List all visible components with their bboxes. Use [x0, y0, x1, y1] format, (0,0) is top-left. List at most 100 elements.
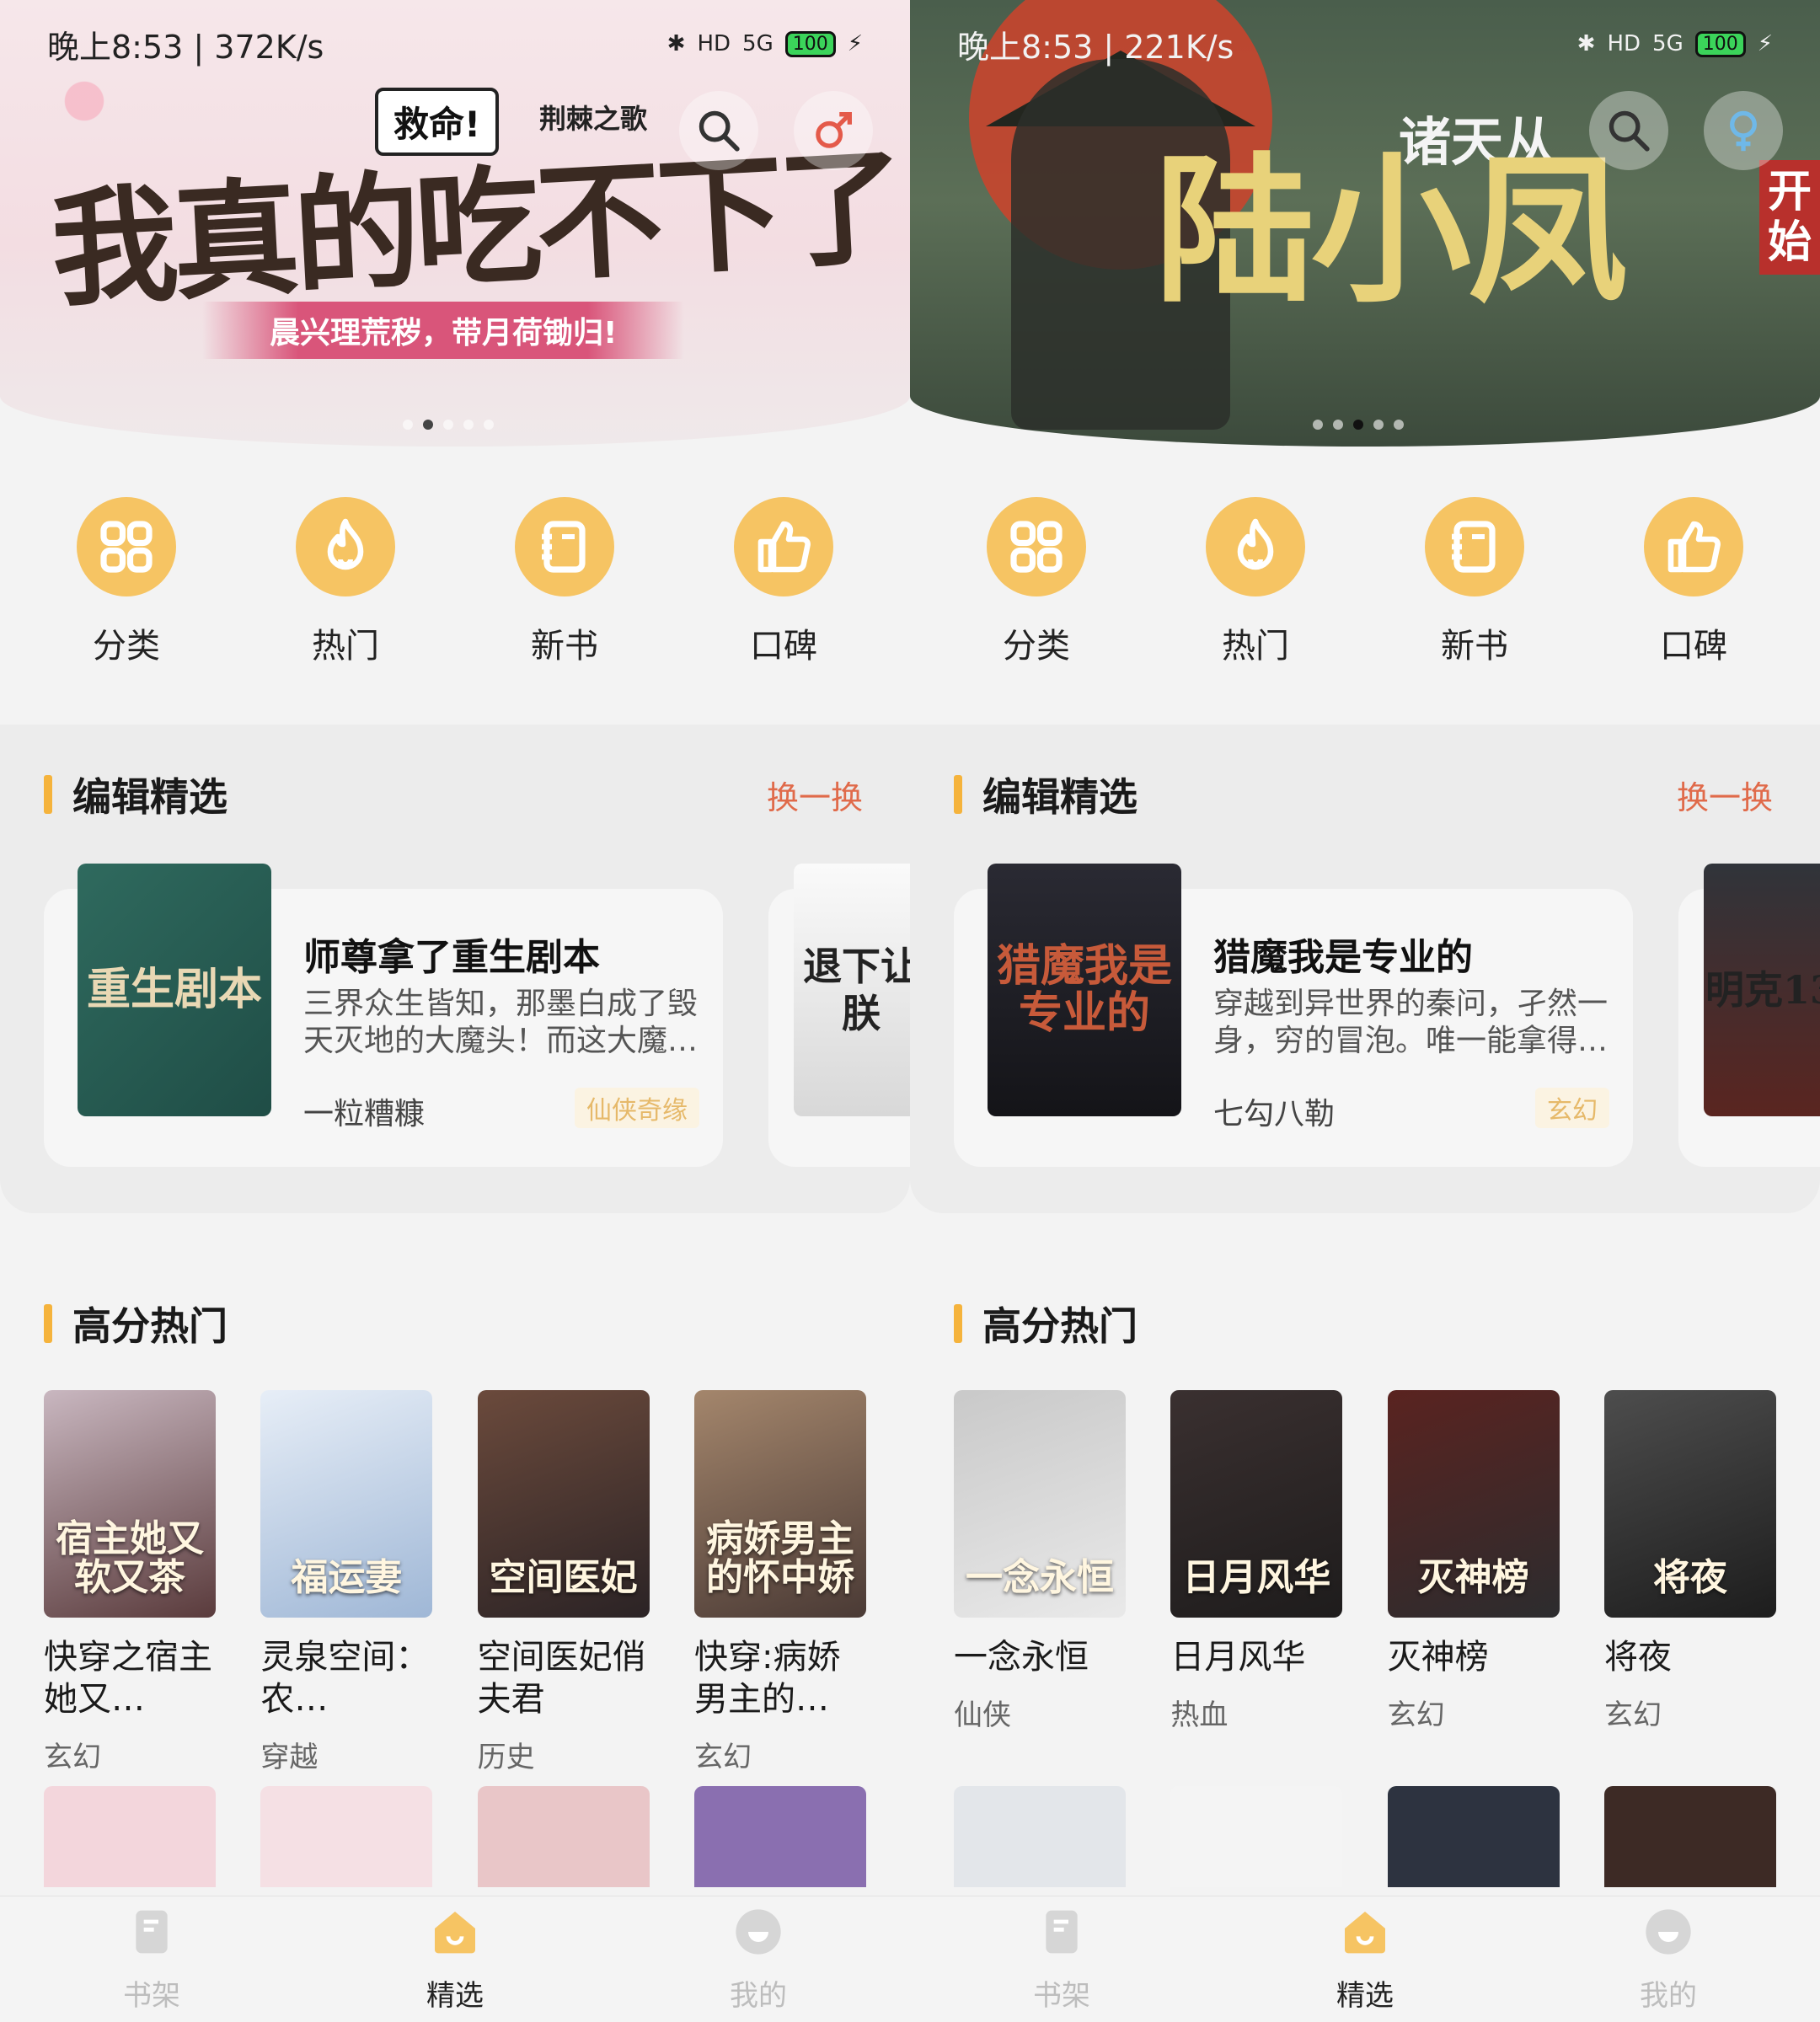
book-item[interactable]: 宿主她又软又茶 快穿之宿主她又… 玄幻: [44, 1390, 216, 1775]
home-icon: [1338, 1905, 1392, 1962]
book-cover-partial[interactable]: [477, 1786, 650, 1887]
book-cover-partial[interactable]: [1603, 1786, 1776, 1887]
tab-home[interactable]: 精选: [1281, 1905, 1449, 2014]
grid-icon: [987, 497, 1086, 596]
high-score-grid-next-row: [954, 1786, 1776, 1887]
search-button[interactable]: [679, 91, 758, 170]
search-icon: [699, 110, 740, 152]
tab-label: 书架: [1033, 1979, 1090, 2013]
category-shortcut[interactable]: 新书: [455, 497, 674, 667]
carousel-dot[interactable]: [423, 420, 433, 430]
book-title: 快穿:病娇男主的…: [693, 1638, 841, 1719]
search-button[interactable]: [1589, 91, 1668, 170]
carousel-dot[interactable]: [463, 420, 474, 430]
book-item[interactable]: 日月风华 日月风华 热血: [1170, 1390, 1343, 1733]
category-shortcut[interactable]: 口碑: [674, 497, 893, 667]
tab-bookshelf[interactable]: 书架: [67, 1905, 236, 2014]
book-cover-partial[interactable]: [1387, 1786, 1560, 1887]
book-title: 一念永恒: [954, 1638, 1089, 1677]
category-shortcut[interactable]: 热门: [1146, 497, 1365, 667]
carousel-dots[interactable]: [910, 420, 1820, 430]
book-description: 三界众生皆知，那墨白成了毁天灭地的大魔头！而这大魔…: [303, 987, 699, 1058]
carousel-dot[interactable]: [1353, 420, 1363, 430]
book-item[interactable]: 空间医妃 空间医妃俏夫君 历史: [477, 1390, 650, 1775]
section-accent-bar: [44, 775, 52, 814]
tab-label: 书架: [123, 1979, 180, 2013]
banner-subtitle-bottom: 晨兴理荒秽，带月荷锄归!: [202, 302, 685, 359]
banner-tag: 开始: [1759, 160, 1820, 275]
bottom-tab-bar: 书架 精选 我的: [0, 1896, 910, 2022]
carousel-dot[interactable]: [484, 420, 494, 430]
tab-profile[interactable]: 我的: [1584, 1905, 1753, 2014]
book-cover-text: 重生剧本: [86, 964, 262, 1015]
battery-icon: 100: [784, 30, 836, 57]
book-item[interactable]: 灭神榜 灭神榜 玄幻: [1387, 1390, 1560, 1733]
book-cover-text: 宿主她又软又茶: [56, 1517, 204, 1599]
book-cover-next[interactable]: 退下让朕: [794, 864, 910, 1116]
category-shortcut[interactable]: 热门: [236, 497, 455, 667]
book-cover-next[interactable]: 明克13: [1704, 864, 1820, 1116]
book-description: 穿越到异世界的秦问，孑然一身，穷的冒泡。唯一能拿得…: [1213, 987, 1609, 1058]
male-icon: [816, 112, 852, 148]
book-cover: 日月风华: [1170, 1390, 1343, 1618]
charging-icon: ⚡: [847, 31, 863, 56]
search-icon: [1609, 110, 1650, 152]
carousel-dot[interactable]: [1373, 420, 1384, 430]
book-genre: 仙侠: [954, 1698, 1011, 1732]
book-item[interactable]: 病娇男主的怀中娇 快穿:病娇男主的… 玄幻: [693, 1390, 866, 1775]
carousel-dots[interactable]: [0, 420, 910, 430]
charging-icon: ⚡: [1757, 31, 1773, 56]
gender-toggle-button[interactable]: [794, 91, 873, 170]
editor-pick-card[interactable]: 猎魔我是专业的 猎魔我是专业的 穿越到异世界的秦问，孑然一身，穷的冒泡。唯一能拿…: [954, 864, 1633, 1167]
category-shortcut[interactable]: 分类: [17, 497, 236, 667]
thumbs-up-icon: [734, 497, 833, 596]
bottom-tab-bar: 书架 精选 我的: [910, 1896, 1820, 2022]
section-accent-bar: [954, 775, 962, 814]
tab-profile[interactable]: 我的: [674, 1905, 843, 2014]
refresh-picks-button[interactable]: 换一换: [767, 772, 863, 818]
status-icons: ✱ HD 5G 100 ⚡: [667, 30, 863, 57]
book-cover-partial[interactable]: [954, 1786, 1126, 1887]
battery-icon: 100: [1694, 30, 1746, 57]
high-score-header: 高分热门: [954, 1296, 1138, 1351]
book-cover: 猎魔我是专业的: [988, 864, 1181, 1116]
carousel-dot[interactable]: [1333, 420, 1343, 430]
gender-toggle-button[interactable]: [1704, 91, 1783, 170]
high-score-grid: 宿主她又软又茶 快穿之宿主她又… 玄幻 福运妻 灵泉空间：农… 穿越 空间医妃 …: [44, 1390, 866, 1775]
status-icons: ✱ HD 5G 100 ⚡: [1576, 30, 1773, 57]
category-shortcut[interactable]: 口碑: [1584, 497, 1803, 667]
book-cover: 灭神榜: [1387, 1390, 1560, 1618]
book-cover-partial[interactable]: [44, 1786, 216, 1887]
book-genre: 玄幻: [44, 1741, 101, 1774]
editor-pick-card[interactable]: 重生剧本 师尊拿了重生剧本 三界众生皆知，那墨白成了毁天灭地的大魔头！而这大魔……: [44, 864, 723, 1167]
carousel-dot[interactable]: [443, 420, 453, 430]
book-cover-partial[interactable]: [693, 1786, 866, 1887]
category-shortcuts: 分类 热门 新书 口碑: [0, 497, 910, 667]
category-shortcuts: 分类 热门 新书 口碑: [910, 497, 1820, 667]
status-time: 晚上8:53 | 372K/s: [47, 28, 324, 66]
book-author: 七勾八勒: [1213, 1097, 1336, 1131]
book-cover-text: 猎魔我是专业的: [996, 940, 1172, 1039]
book-cover-partial[interactable]: [260, 1786, 433, 1887]
book-genre: 历史: [477, 1741, 535, 1774]
book-item[interactable]: 将夜 将夜 玄幻: [1603, 1390, 1776, 1733]
tab-bookshelf[interactable]: 书架: [977, 1905, 1146, 2014]
book-cover-text: 空间医妃: [489, 1556, 638, 1599]
book-genre: 玄幻: [1603, 1698, 1662, 1732]
book-cover: 病娇男主的怀中娇: [693, 1390, 866, 1618]
book-item[interactable]: 福运妻 灵泉空间：农… 穿越: [260, 1390, 433, 1775]
book-title: 灵泉空间：农…: [260, 1638, 430, 1719]
bluetooth-icon: ✱: [1576, 31, 1596, 56]
book-cover-text: 将夜: [1652, 1556, 1727, 1599]
refresh-picks-button[interactable]: 换一换: [1677, 772, 1773, 818]
book-title: 将夜: [1603, 1638, 1672, 1677]
carousel-dot[interactable]: [1313, 420, 1323, 430]
carousel-dot[interactable]: [1394, 420, 1404, 430]
tab-home[interactable]: 精选: [371, 1905, 539, 2014]
category-shortcut[interactable]: 新书: [1365, 497, 1584, 667]
book-cover-partial[interactable]: [1170, 1786, 1343, 1887]
book-item[interactable]: 一念永恒 一念永恒 仙侠: [954, 1390, 1126, 1733]
category-shortcut[interactable]: 分类: [927, 497, 1146, 667]
category-label: 口碑: [750, 627, 817, 666]
carousel-dot[interactable]: [403, 420, 413, 430]
